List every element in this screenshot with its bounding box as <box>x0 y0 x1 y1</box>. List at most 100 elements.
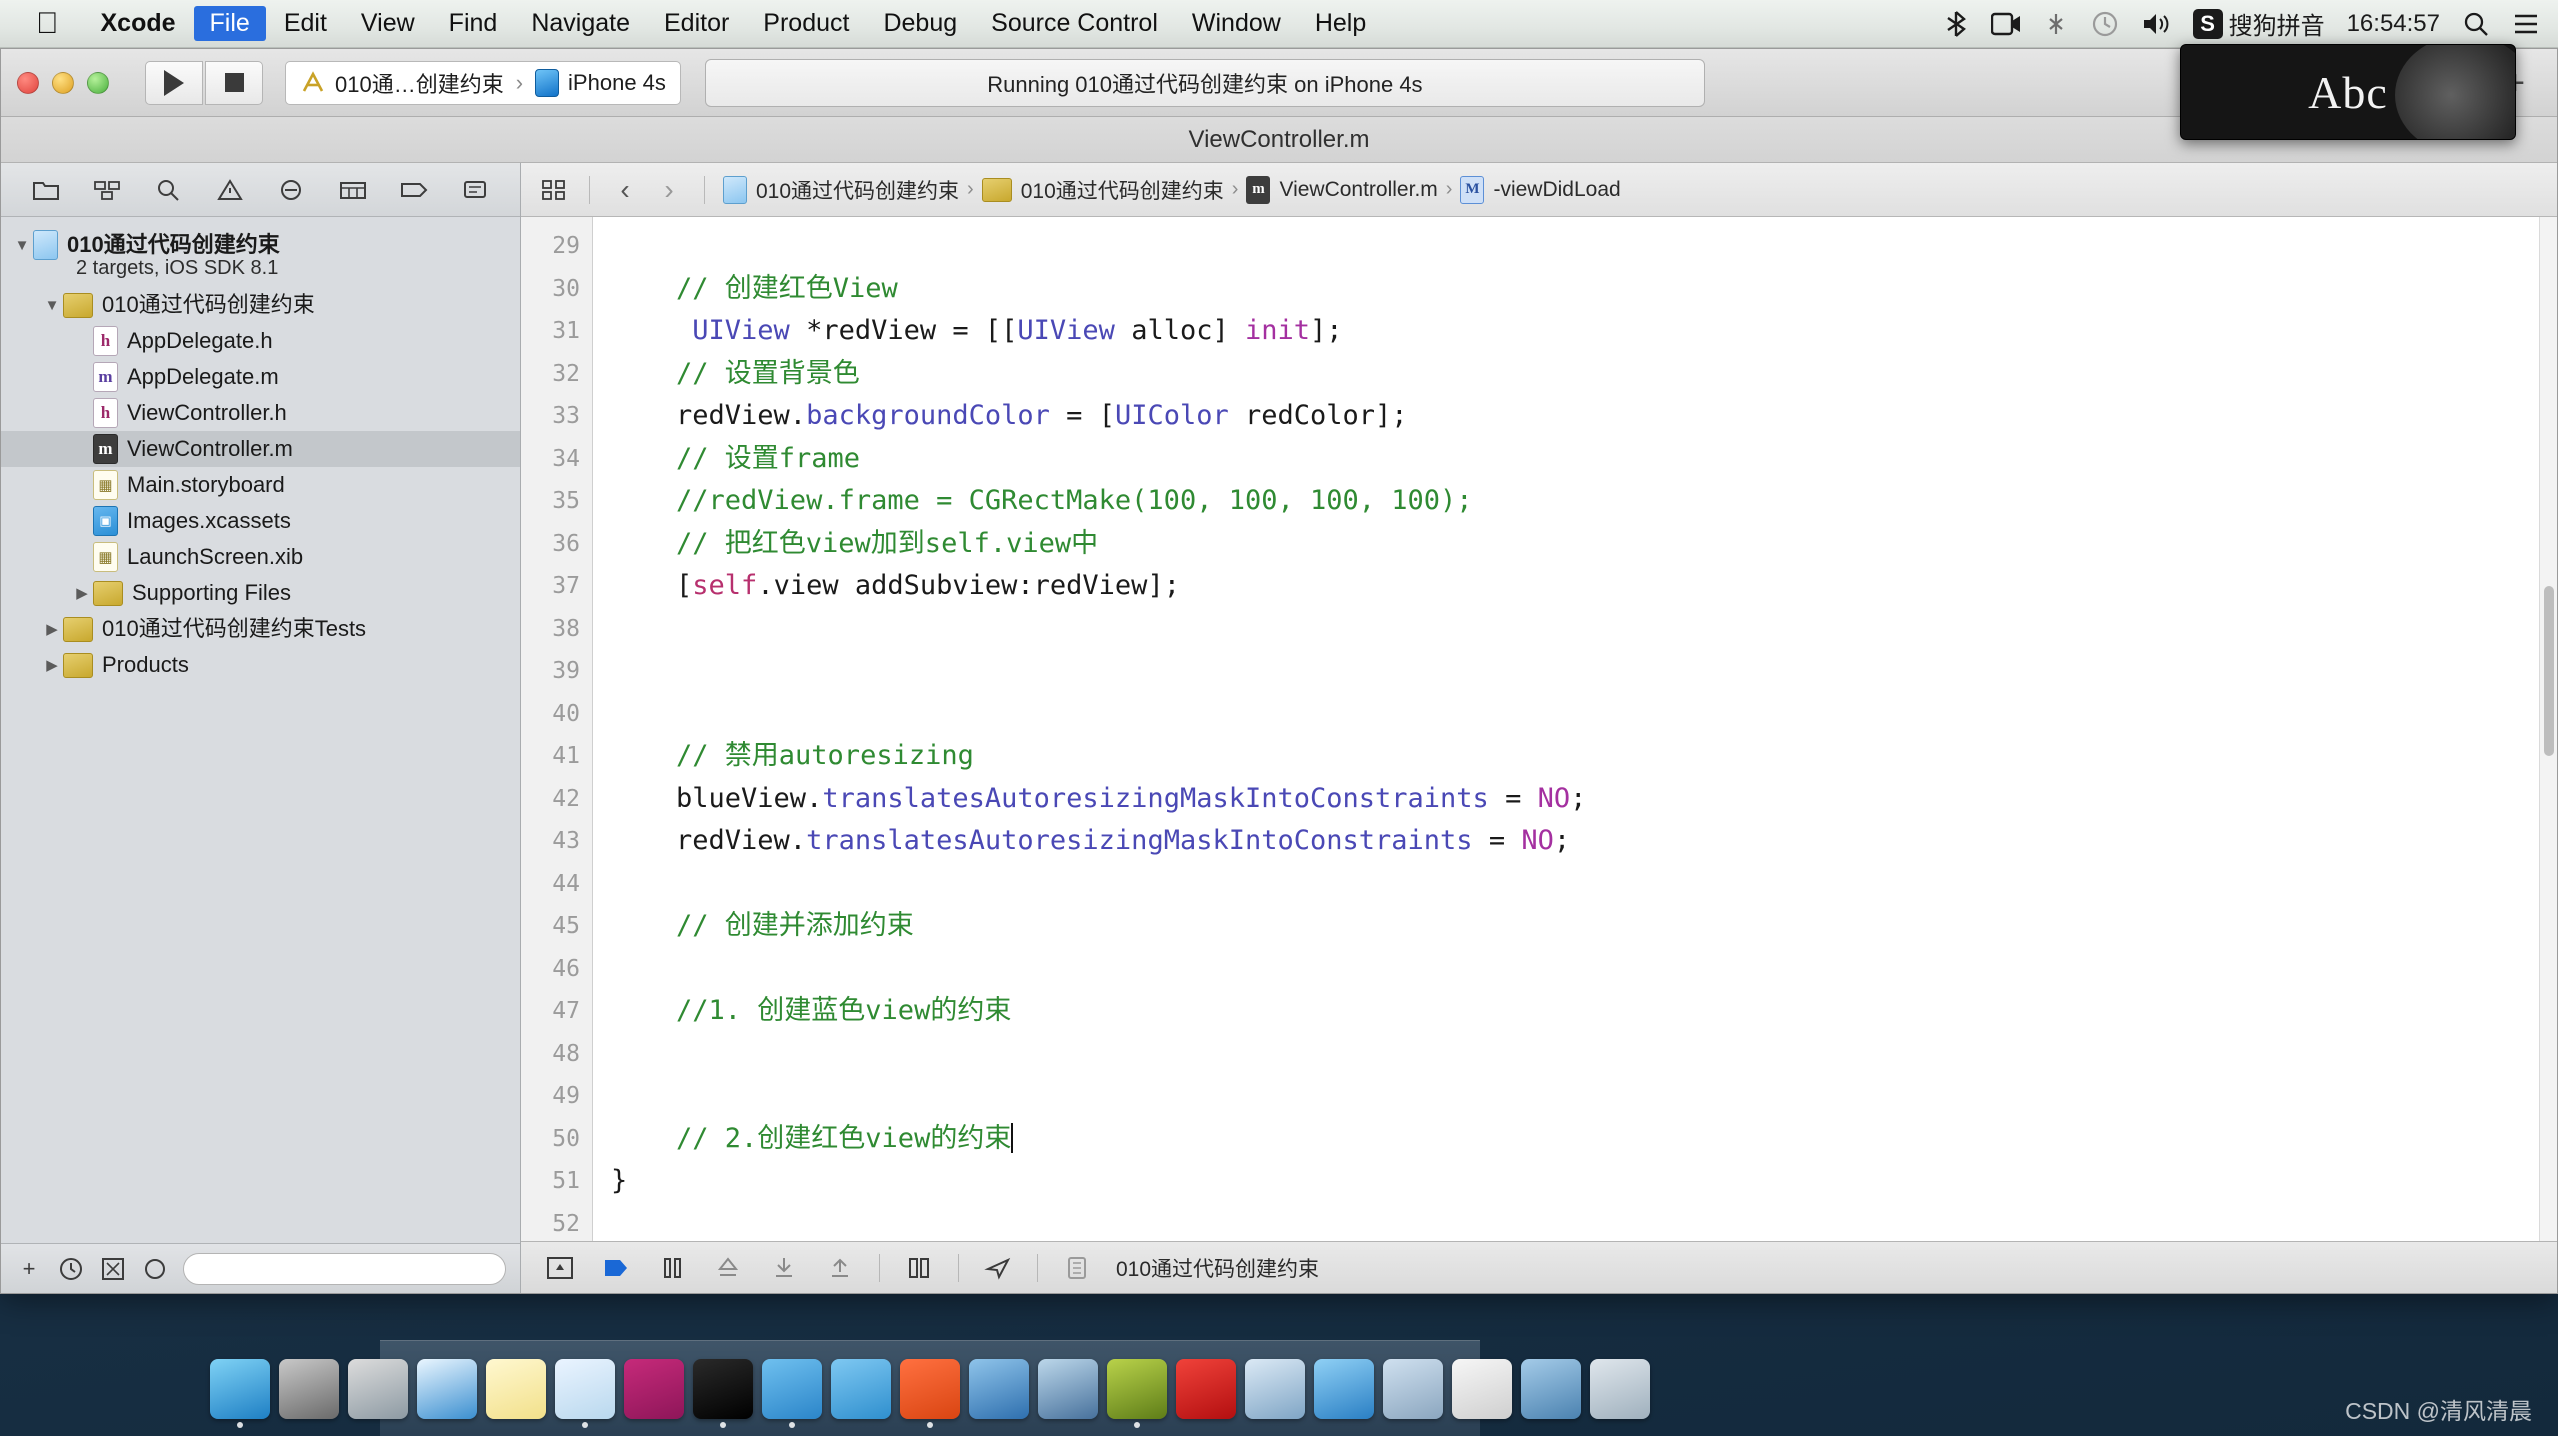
recent-files-icon[interactable] <box>57 1255 85 1283</box>
code-line[interactable]: blueView.translatesAutoresizingMaskIntoC… <box>611 778 2557 821</box>
disclosure-open-icon[interactable]: ▼ <box>11 237 33 254</box>
search-icon[interactable] <box>2462 10 2490 38</box>
symbol-navigator-icon[interactable] <box>87 173 127 207</box>
tree-item[interactable]: hAppDelegate.h <box>1 323 520 359</box>
simulator-icon[interactable] <box>831 1359 891 1419</box>
breakpoint-navigator-icon[interactable] <box>394 173 434 207</box>
snipping-icon[interactable] <box>969 1359 1029 1419</box>
photos-icon[interactable] <box>1452 1359 1512 1419</box>
report-navigator-icon[interactable] <box>455 173 495 207</box>
safari-icon[interactable] <box>417 1359 477 1419</box>
run-button[interactable] <box>145 61 203 105</box>
time-machine-icon[interactable] <box>2091 10 2119 38</box>
hide-debug-area-icon[interactable] <box>543 1252 577 1284</box>
step-out-icon[interactable] <box>823 1252 857 1284</box>
project-navigator-icon[interactable] <box>26 173 66 207</box>
scrollbar-thumb[interactable] <box>2544 586 2554 756</box>
menu-item-find[interactable]: Find <box>433 6 514 42</box>
debug-navigator-icon[interactable] <box>333 173 373 207</box>
issue-navigator-icon[interactable] <box>210 173 250 207</box>
notes-icon[interactable] <box>486 1359 546 1419</box>
view-debugging-icon[interactable] <box>902 1252 936 1284</box>
code-line[interactable] <box>611 225 2557 268</box>
code-line[interactable]: //redView.frame = CGRectMake(100, 100, 1… <box>611 480 2557 523</box>
code-line[interactable]: //1. 创建蓝色view的约束 <box>611 990 2557 1033</box>
code-line[interactable]: } <box>611 1160 2557 1203</box>
zoom-button[interactable] <box>87 72 109 94</box>
stop-button[interactable] <box>205 61 263 105</box>
minimize-button[interactable] <box>52 72 74 94</box>
finder-icon[interactable] <box>210 1359 270 1419</box>
menu-item-editor[interactable]: Editor <box>648 6 745 42</box>
find-navigator-icon[interactable] <box>148 173 188 207</box>
back-button[interactable]: ‹ <box>608 173 642 207</box>
tree-item[interactable]: ▶Supporting Files <box>1 575 520 611</box>
menu-item-view[interactable]: View <box>345 6 431 42</box>
code-line[interactable] <box>611 650 2557 693</box>
code-line[interactable] <box>611 1075 2557 1118</box>
source-control-filter-icon[interactable] <box>99 1255 127 1283</box>
code-line[interactable] <box>611 1203 2557 1242</box>
code-line[interactable]: redView.backgroundColor = [UIColor redCo… <box>611 395 2557 438</box>
quicktime-icon[interactable] <box>1038 1359 1098 1419</box>
test-navigator-icon[interactable] <box>271 173 311 207</box>
tools-icon[interactable] <box>762 1359 822 1419</box>
menu-item-xcode[interactable]: Xcode <box>85 6 192 42</box>
close-button[interactable] <box>17 72 39 94</box>
code-line[interactable] <box>611 1033 2557 1076</box>
code-line[interactable] <box>611 693 2557 736</box>
onenote-icon[interactable] <box>624 1359 684 1419</box>
bluetooth-icon[interactable] <box>1943 10 1969 38</box>
editor-vertical-scrollbar[interactable] <box>2539 217 2557 1241</box>
filter-text-field[interactable] <box>194 1258 495 1279</box>
preview-icon[interactable] <box>1245 1359 1305 1419</box>
camera-preview-overlay[interactable]: Abc <box>2180 44 2516 140</box>
sketch-icon[interactable] <box>1383 1359 1443 1419</box>
continue-icon[interactable] <box>599 1252 633 1284</box>
project-file-tree[interactable]: ▼010通过代码创建约束2 targets, iOS SDK 8.1▼010通过… <box>1 217 520 1243</box>
code-line[interactable]: // 创建红色View <box>611 268 2557 311</box>
code-line[interactable]: redView.translatesAutoresizingMaskIntoCo… <box>611 820 2557 863</box>
code-line[interactable]: // 创建并添加约束 <box>611 905 2557 948</box>
screen-record-icon[interactable] <box>1991 12 2021 36</box>
code-line[interactable]: // 禁用autoresizing <box>611 735 2557 778</box>
code-line[interactable]: // 把红色view加到self.view中 <box>611 523 2557 566</box>
menu-item-help[interactable]: Help <box>1299 6 1382 42</box>
filter-icon[interactable] <box>141 1255 169 1283</box>
menubar-clock[interactable]: 16:54:57 <box>2347 10 2440 38</box>
xcode-icon[interactable] <box>555 1359 615 1419</box>
disclosure-open-icon[interactable]: ▼ <box>41 297 63 314</box>
terminal-icon[interactable] <box>693 1359 753 1419</box>
pages-icon[interactable] <box>900 1359 960 1419</box>
tree-item[interactable]: mAppDelegate.m <box>1 359 520 395</box>
tree-item[interactable]: mViewController.m <box>1 431 520 467</box>
related-items-icon[interactable] <box>537 173 571 207</box>
adobe-icon[interactable] <box>1176 1359 1236 1419</box>
notification-center-icon[interactable] <box>2512 11 2540 37</box>
menu-item-debug[interactable]: Debug <box>867 6 973 42</box>
tree-item[interactable]: ▶Products <box>1 647 520 683</box>
tree-item[interactable]: ▦LaunchScreen.xib <box>1 539 520 575</box>
code-line[interactable]: // 设置frame <box>611 438 2557 481</box>
code-line[interactable] <box>611 608 2557 651</box>
forward-button[interactable]: › <box>652 173 686 207</box>
tree-item[interactable]: ▣Images.xcassets <box>1 503 520 539</box>
code-line[interactable] <box>611 863 2557 906</box>
disclosure-closed-icon[interactable]: ▶ <box>41 620 63 638</box>
tree-item[interactable]: ▦Main.storyboard <box>1 467 520 503</box>
menu-item-source-control[interactable]: Source Control <box>975 6 1174 42</box>
input-method-indicator[interactable]: S 搜狗拼音 <box>2193 6 2325 41</box>
menu-item-product[interactable]: Product <box>747 6 865 42</box>
launchpad-icon[interactable] <box>348 1359 408 1419</box>
breadcrumb-item[interactable]: 010通过代码创建约束 <box>723 175 959 205</box>
breadcrumb-item[interactable]: 010通过代码创建约束 <box>982 175 1224 205</box>
code-line[interactable]: // 2.创建红色view的约束 <box>611 1118 2557 1161</box>
filezilla-icon[interactable] <box>1107 1359 1167 1419</box>
breadcrumb-item[interactable]: mViewController.m <box>1246 176 1437 204</box>
apple-icon[interactable]:  <box>36 9 59 39</box>
tree-item[interactable]: ▶010通过代码创建约束Tests <box>1 611 520 647</box>
step-into-icon[interactable] <box>767 1252 801 1284</box>
trash-icon[interactable] <box>1590 1359 1650 1419</box>
disclosure-closed-icon[interactable]: ▶ <box>71 584 93 602</box>
location-simulate-icon[interactable] <box>981 1252 1015 1284</box>
